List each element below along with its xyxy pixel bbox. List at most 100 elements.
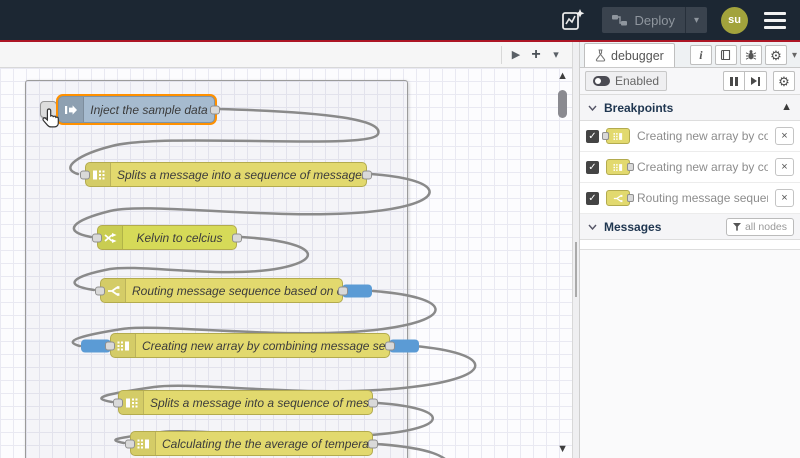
output-port[interactable] xyxy=(368,398,378,407)
tab-list-chevron-button[interactable]: ▾ xyxy=(546,45,566,65)
help-tab-button[interactable] xyxy=(714,45,737,65)
canvas-toolbar: ▶ + ▾ xyxy=(0,42,572,68)
node-switch[interactable]: Routing message sequence based on condit… xyxy=(95,278,372,303)
bug-icon xyxy=(745,50,757,60)
gear-icon: ⚙ xyxy=(778,73,790,89)
run-flow-button[interactable]: ▶ xyxy=(506,45,526,65)
book-icon xyxy=(720,49,731,61)
node-split-2[interactable]: Splits a message into a sequence of mess… xyxy=(113,390,378,415)
user-avatar[interactable]: su xyxy=(721,6,748,34)
breakpoint-label: Creating new array by combining message … xyxy=(637,129,768,143)
input-port[interactable] xyxy=(125,439,135,448)
main-menu-button[interactable] xyxy=(762,8,788,33)
join-node-icon xyxy=(602,128,630,144)
remove-breakpoint-button[interactable]: × xyxy=(775,189,794,207)
output-port[interactable] xyxy=(362,170,372,179)
step-button[interactable] xyxy=(745,71,767,91)
messages-section-header[interactable]: Messages all nodes xyxy=(580,214,800,240)
sidebar: debugger i ⚙ ▾ Enabled ⚙ Breakpoints ▲ ✓… xyxy=(580,42,800,458)
chevron-down-icon xyxy=(588,224,597,230)
output-port[interactable] xyxy=(338,286,348,295)
node-label: Creating new array by combining message … xyxy=(142,338,389,353)
deploy-button[interactable]: Deploy xyxy=(602,7,685,33)
remove-breakpoint-button[interactable]: × xyxy=(775,158,794,176)
output-port[interactable] xyxy=(210,105,220,114)
deploy-options-button[interactable]: ▾ xyxy=(686,7,707,33)
canvas-grid[interactable]: Inject the sample data Splits a message … xyxy=(0,68,572,458)
breakpoint-checkbox[interactable]: ✓ xyxy=(586,129,599,143)
breakpoint-row[interactable]: ✓ Routing message sequence based on cond… xyxy=(580,183,800,214)
flow-canvas[interactable]: ▶ + ▾ Inject the sample data Splits a me… xyxy=(0,42,572,458)
scroll-to-top-icon[interactable]: ▲ xyxy=(781,101,792,113)
ai-assistant-button[interactable] xyxy=(558,6,588,34)
node-label: Routing message sequence based on condit… xyxy=(132,283,342,298)
node-calc-average[interactable]: Calculating the the average of temperatu… xyxy=(125,431,378,456)
debugger-controls-row: Enabled ⚙ xyxy=(580,68,800,95)
remove-breakpoint-button[interactable]: × xyxy=(775,127,794,145)
debug-tab-button[interactable] xyxy=(739,45,762,65)
deploy-nodes-icon xyxy=(611,15,627,26)
node-label: Calculating the the average of temperatu… xyxy=(162,436,372,451)
breakpoint-checkbox[interactable]: ✓ xyxy=(586,191,599,205)
input-port[interactable] xyxy=(113,398,123,407)
chevron-down-icon xyxy=(588,105,597,111)
config-tab-button[interactable]: ⚙ xyxy=(764,45,787,65)
header-bar: Deploy ▾ su xyxy=(0,0,800,40)
messages-empty-area xyxy=(580,240,800,250)
node-split-1[interactable]: Splits a message into a sequence of mess… xyxy=(80,162,372,187)
join-node-icon xyxy=(606,159,634,175)
enabled-label: Enabled xyxy=(615,74,660,88)
breakpoint-label: Routing message sequence based on condit… xyxy=(637,191,768,205)
mouse-pointer-cursor xyxy=(42,108,59,128)
sidebar-resize-handle[interactable] xyxy=(572,42,580,458)
input-port[interactable] xyxy=(95,286,105,295)
sidebar-tabs-chevron-button[interactable]: ▾ xyxy=(792,50,797,61)
toolbar-divider xyxy=(501,45,502,64)
node-label: Kelvin to celcius xyxy=(136,230,223,245)
canvas-scroll-up-button[interactable]: ▲ xyxy=(557,70,568,82)
messages-list-area xyxy=(580,250,800,458)
debugger-settings-button[interactable]: ⚙ xyxy=(773,71,795,91)
canvas-scrollbar-thumb[interactable] xyxy=(558,90,567,118)
messages-title: Messages xyxy=(604,219,662,234)
output-port[interactable] xyxy=(385,341,395,350)
node-change[interactable]: Kelvin to celcius xyxy=(92,225,242,250)
breakpoint-checkbox[interactable]: ✓ xyxy=(586,160,599,174)
flask-icon xyxy=(595,49,606,62)
output-port[interactable] xyxy=(232,233,242,242)
gear-icon: ⚙ xyxy=(770,47,782,63)
output-port[interactable] xyxy=(368,439,378,448)
pause-icon xyxy=(730,76,738,86)
input-port[interactable] xyxy=(92,233,102,242)
breakpoint-row[interactable]: ✓ Creating new array by combining messag… xyxy=(580,152,800,183)
node-label: Inject the sample data xyxy=(90,102,208,117)
node-inject[interactable]: Inject the sample data xyxy=(58,96,220,123)
filter-label: all nodes xyxy=(744,220,787,233)
node-red-app: Deploy ▾ su ▶ + ▾ Inject the sample data… xyxy=(0,0,800,458)
debugger-enabled-toggle[interactable]: Enabled xyxy=(585,71,668,91)
breakpoint-row[interactable]: ✓ Creating new array by combining messag… xyxy=(580,121,800,152)
tab-debugger[interactable]: debugger xyxy=(584,43,675,67)
filter-funnel-icon xyxy=(732,222,741,231)
message-filter-button[interactable]: all nodes xyxy=(725,217,794,236)
step-icon xyxy=(751,76,760,86)
breakpoint-label: Creating new array by combining message … xyxy=(637,160,768,174)
wire-calc-output[interactable] xyxy=(375,442,453,458)
sidebar-tab-bar: debugger i ⚙ ▾ xyxy=(580,42,800,68)
node-join-1[interactable]: Creating new array by combining message … xyxy=(81,333,419,358)
add-tab-button[interactable]: + xyxy=(526,45,546,65)
node-label: Splits a message into a sequence of mess… xyxy=(150,395,372,410)
switch-node-icon xyxy=(606,190,634,206)
breakpoints-section-header[interactable]: Breakpoints ▲ xyxy=(580,95,800,121)
node-label: Splits a message into a sequence of mess… xyxy=(117,167,366,182)
input-port[interactable] xyxy=(80,170,90,179)
breakpoints-title: Breakpoints xyxy=(604,100,674,115)
ai-chart-sparkle-icon xyxy=(561,9,584,30)
deploy-label: Deploy xyxy=(634,12,675,28)
canvas-scroll-down-button[interactable]: ▼ xyxy=(557,443,568,455)
pause-button[interactable] xyxy=(723,71,745,91)
info-tab-button[interactable]: i xyxy=(689,45,712,65)
deploy-split-button: Deploy ▾ xyxy=(601,7,707,33)
tab-label: debugger xyxy=(611,48,664,63)
input-port[interactable] xyxy=(105,341,115,350)
